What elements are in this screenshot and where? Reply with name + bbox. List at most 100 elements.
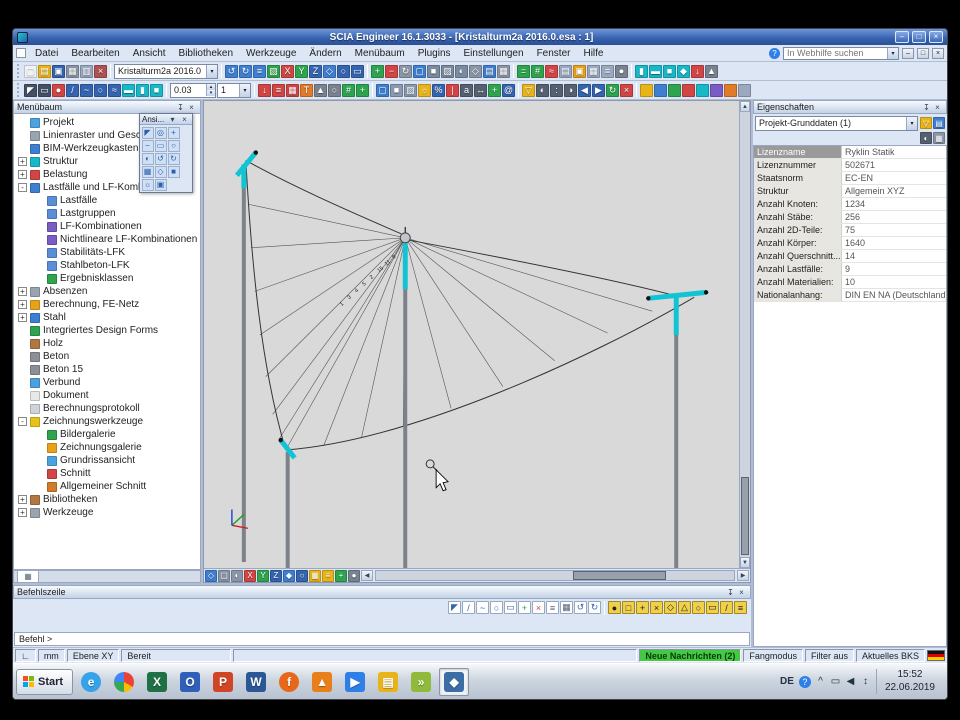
menu-item[interactable]: Hilfe (577, 47, 609, 60)
chevron-up-icon[interactable]: ^ (815, 676, 826, 687)
line-icon[interactable]: / (66, 84, 79, 97)
wireframe-mode-icon[interactable]: ▢ (376, 84, 389, 97)
close-button[interactable]: × (929, 31, 943, 43)
grid-settings-icon[interactable] (668, 84, 681, 97)
zoom-all-icon[interactable]: ○ (168, 140, 180, 152)
property-value[interactable]: 10 (842, 276, 946, 288)
shading-icon[interactable]: ◐ (455, 65, 468, 78)
view-x-icon[interactable]: X (281, 65, 294, 78)
tree-item[interactable]: Bildergalerie (14, 428, 200, 441)
snap-tangent-icon[interactable]: △ (678, 601, 691, 614)
hidden-lines-icon[interactable]: ▨ (441, 65, 454, 78)
pin-icon[interactable]: ↧ (921, 102, 932, 113)
toolbar-grip[interactable] (17, 64, 21, 78)
calculator-icon[interactable]: = (517, 65, 530, 78)
clip-box-icon[interactable]: % (432, 84, 445, 97)
save-icon[interactable]: ▣ (52, 65, 65, 78)
layer-filter-icon[interactable]: ▽ (522, 84, 535, 97)
node-icon[interactable]: ● (52, 84, 65, 97)
undo-tool-icon[interactable]: ↺ (574, 601, 587, 614)
table-results-icon[interactable]: ▦ (587, 65, 600, 78)
layer-icon[interactable]: ≡ (322, 570, 334, 582)
tree-item[interactable]: + Werkzeuge (14, 506, 200, 519)
taskbar-app[interactable]: e (76, 668, 106, 696)
property-row[interactable]: Anzahl Materialien: 10 (754, 276, 946, 289)
zoom-all-icon[interactable]: ○ (337, 65, 350, 78)
previous-icon[interactable]: ◀ (578, 84, 591, 97)
engineering-report-icon[interactable]: ▤ (559, 65, 572, 78)
property-row[interactable]: Anzahl Querschnitt... 14 (754, 250, 946, 263)
tree-item[interactable]: + Absenzen (14, 285, 200, 298)
polyline-tool-icon[interactable]: ~ (476, 601, 489, 614)
property-value[interactable]: Ryklin Statik (842, 146, 946, 158)
bks-icon[interactable]: @ (502, 84, 515, 97)
zoom-in-icon[interactable]: + (371, 65, 384, 78)
tree-item[interactable]: Nichtlineare LF-Kombinationen (14, 233, 200, 246)
property-value[interactable]: 9 (842, 263, 946, 275)
horizontal-scroll-thumb[interactable] (573, 571, 666, 580)
select-view-icon[interactable]: ◤ (142, 127, 154, 139)
mesh-icon[interactable]: # (531, 65, 544, 78)
copy-picture-icon[interactable]: ▥ (80, 65, 93, 78)
model-canvas[interactable]: 1345215119 (204, 101, 739, 568)
help-icon[interactable]: ? (799, 676, 811, 688)
hinge-icon[interactable]: ○ (328, 84, 341, 97)
property-value[interactable]: Allgemein XYZ (842, 185, 946, 197)
tree-item[interactable]: Allgemeiner Schnitt (14, 480, 200, 493)
snap-settings-icon[interactable]: ≡ (734, 601, 747, 614)
taskbar-app[interactable]: ▲ (307, 668, 337, 696)
surface-load-icon[interactable]: ▦ (286, 84, 299, 97)
zoom-out-icon[interactable]: − (142, 140, 154, 152)
minimize-button[interactable]: – (895, 31, 909, 43)
view-settings-icon[interactable]: ● (348, 570, 360, 582)
results-icon[interactable]: ≈ (545, 65, 558, 78)
pin-icon[interactable]: ↧ (175, 102, 186, 113)
scroll-up-icon[interactable]: ▲ (740, 101, 750, 112)
property-value[interactable]: 1640 (842, 237, 946, 249)
load-icon[interactable]: ↓ (691, 65, 704, 78)
menu-item[interactable]: Fenster (531, 47, 577, 60)
activity-icon[interactable]: ▧ (267, 65, 280, 78)
drawing-tools-icon[interactable] (640, 84, 653, 97)
ucs-icon[interactable]: + (335, 570, 347, 582)
light-icon[interactable]: ☼ (142, 179, 154, 191)
chevron-down-icon[interactable]: ▾ (206, 65, 217, 78)
plate-icon[interactable]: ■ (663, 65, 676, 78)
menu-item[interactable]: Bibliotheken (173, 47, 239, 60)
named-view-icon[interactable]: ▤ (483, 65, 496, 78)
point-load-icon[interactable]: ↓ (258, 84, 271, 97)
shading-icon[interactable]: ◐ (231, 570, 243, 582)
support-icon[interactable]: ▲ (705, 65, 718, 78)
thermal-load-icon[interactable]: T (300, 84, 313, 97)
layers-icon[interactable]: ≡ (253, 65, 266, 78)
line-style-combo[interactable]: 1 ▾ (217, 83, 251, 98)
property-row[interactable]: Lizenznummer 502671 (754, 159, 946, 172)
wireframe-icon[interactable]: ▢ (218, 570, 230, 582)
close-icon[interactable]: × (932, 102, 943, 113)
taskbar-app[interactable]: f (274, 668, 304, 696)
taskbar-app[interactable]: ▶ (340, 668, 370, 696)
maximize-button[interactable]: □ (912, 31, 926, 43)
toolbar-grip[interactable] (17, 83, 21, 97)
line-tool-icon[interactable]: / (462, 601, 475, 614)
close-project-icon[interactable]: × (94, 65, 107, 78)
section-icon[interactable]: | (446, 84, 459, 97)
taskbar-app[interactable]: ◆ (439, 668, 469, 696)
polyline-icon[interactable]: ~ (80, 84, 93, 97)
next-icon[interactable]: ▶ (592, 84, 605, 97)
beam-icon[interactable]: ▬ (649, 65, 662, 78)
view-manager-icon[interactable]: ▦ (497, 65, 510, 78)
tree-expander-icon[interactable]: + (18, 170, 27, 179)
tree-item[interactable]: Berechnungsprotokoll (14, 402, 200, 415)
snap-point-icon[interactable]: ● (608, 601, 621, 614)
tree-item[interactable]: Beton 15 (14, 363, 200, 376)
render-icon[interactable]: ■ (168, 166, 180, 178)
property-row[interactable]: Nationalanhang: DIN EN NA (Deutschland) (754, 289, 946, 302)
tree-expander-icon[interactable]: + (18, 287, 27, 296)
view-y-icon[interactable]: Y (295, 65, 308, 78)
support-tool-icon[interactable]: ▲ (314, 84, 327, 97)
axonometry-icon[interactable]: ◇ (155, 166, 167, 178)
tree-item[interactable]: Integriertes Design Forms (14, 324, 200, 337)
visibility-icon[interactable]: ◐ (536, 84, 549, 97)
property-row[interactable]: Anzahl 2D-Teile: 75 (754, 224, 946, 237)
